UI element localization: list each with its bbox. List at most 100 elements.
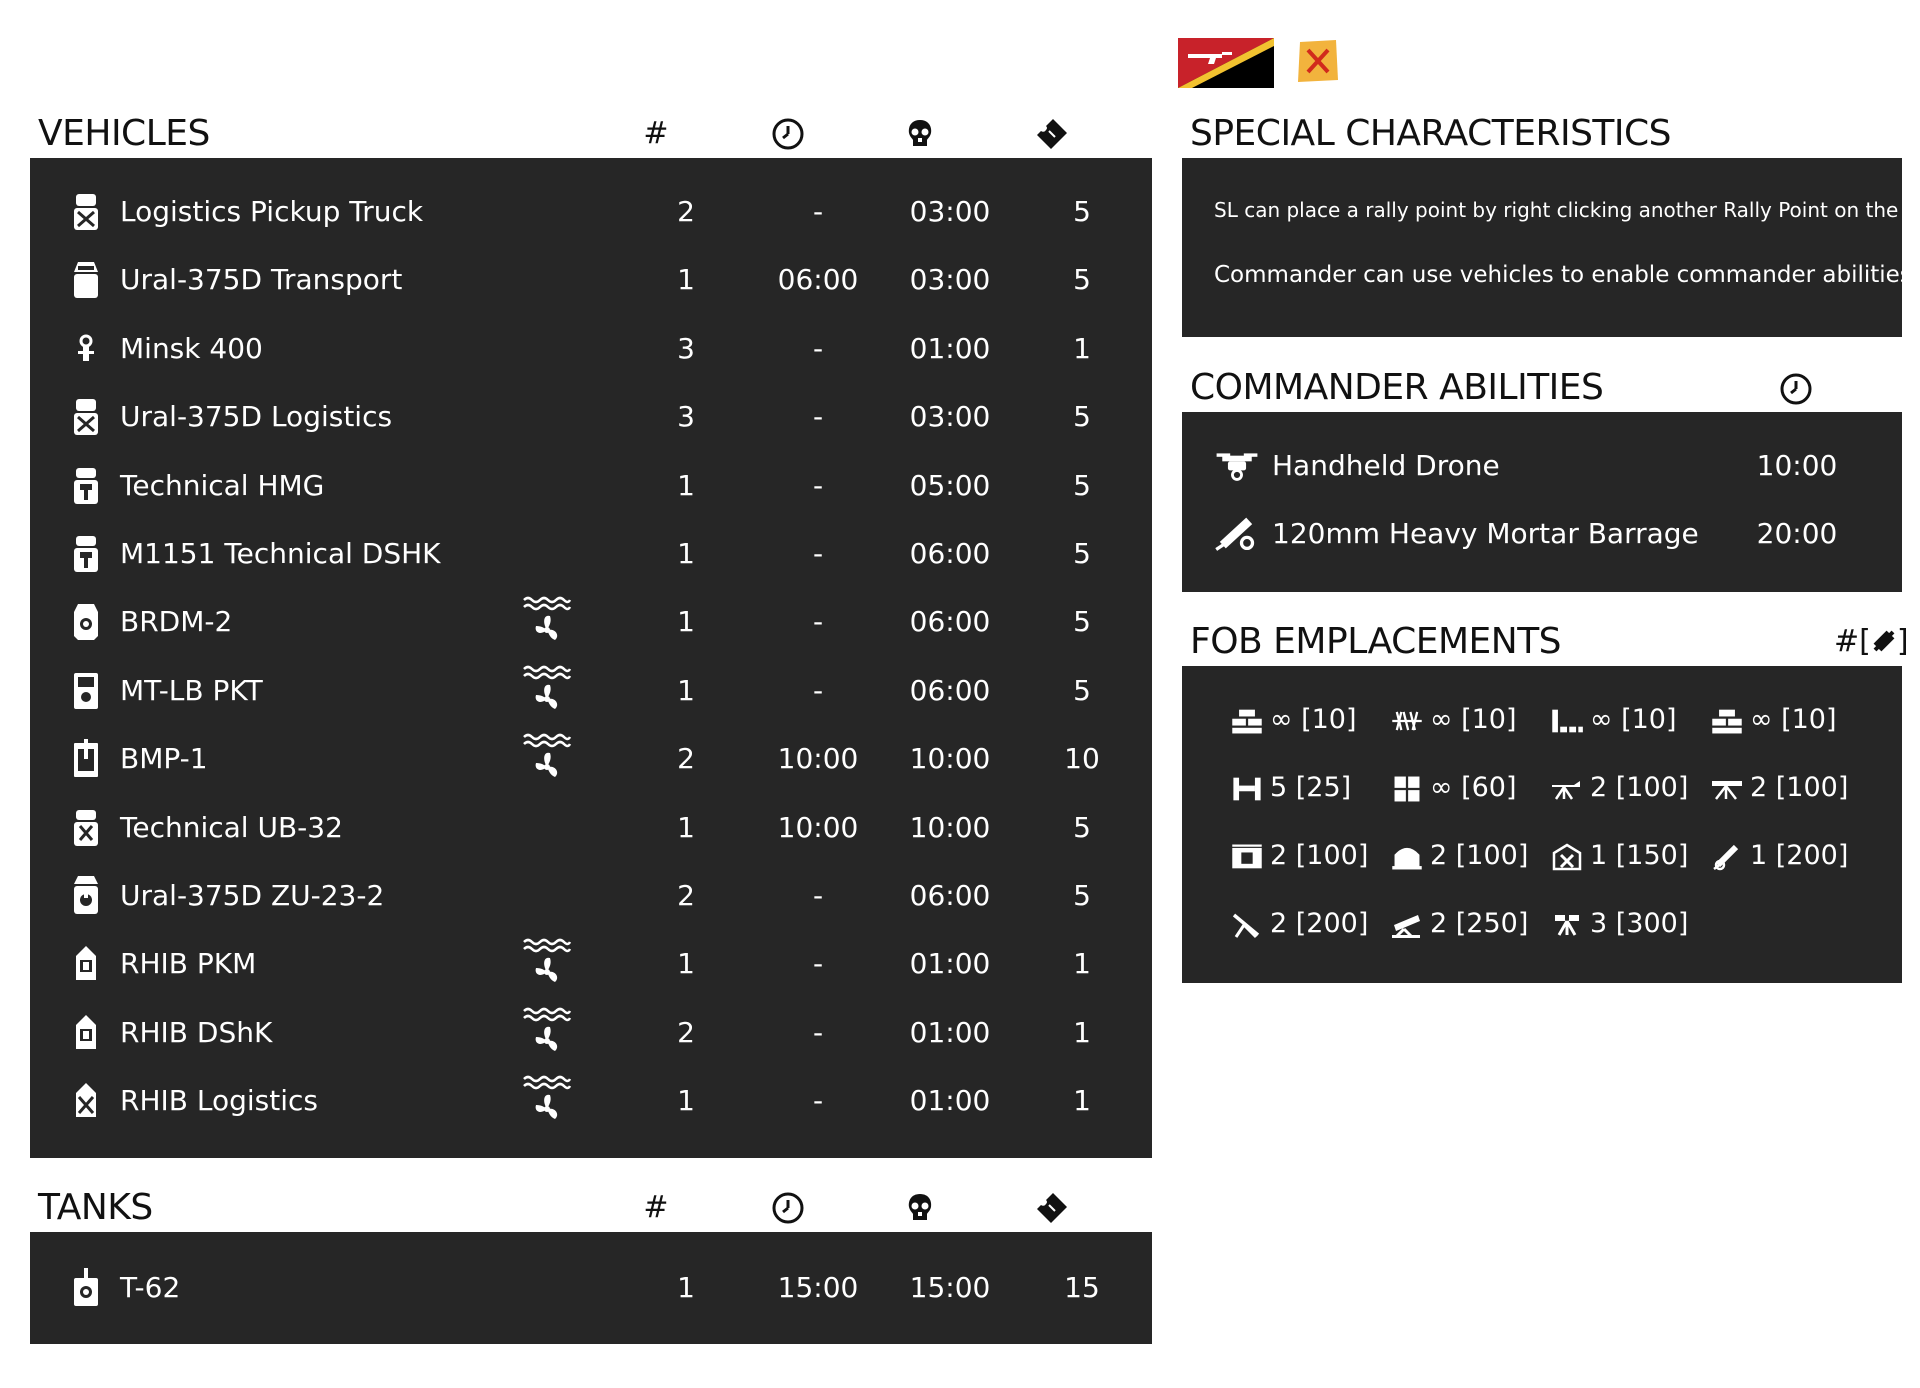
fob-item: ∞ [10] bbox=[1550, 686, 1677, 754]
fob-header-cost: #[] bbox=[1834, 620, 1909, 664]
vehicle-count: 3 bbox=[677, 400, 695, 434]
special-characteristics-title: SPECIAL CHARACTERISTICS bbox=[1190, 113, 1672, 154]
fob-item: ∞ [60] bbox=[1390, 754, 1517, 822]
vehicle-name: Technical UB-32 bbox=[120, 810, 343, 844]
ifv-icon bbox=[72, 739, 100, 779]
vehicle-respawn: 03:00 bbox=[909, 195, 991, 228]
amphibious-icon bbox=[522, 665, 572, 719]
vehicle-tickets: 5 bbox=[1073, 879, 1091, 912]
artillery-icon bbox=[1230, 911, 1264, 939]
vehicle-delay: 15:00 bbox=[777, 1271, 859, 1304]
ability-name: Handheld Drone bbox=[1272, 449, 1500, 482]
vehicle-count: 1 bbox=[677, 810, 695, 844]
fob-item: 2 [100] bbox=[1390, 822, 1528, 890]
vehicle-count: 1 bbox=[677, 468, 695, 502]
vehicles-panel: Logistics Pickup Truck 2 - 03:00 5 Ural-… bbox=[30, 158, 1152, 1158]
ammo-crate-icon bbox=[1230, 843, 1264, 871]
vehicle-respawn: 10:00 bbox=[909, 810, 991, 844]
vehicle-tickets: 5 bbox=[1073, 195, 1091, 228]
vehicle-tickets: 15 bbox=[1064, 1271, 1100, 1304]
vehicle-row: RHIB DShK 2 - 01:00 1 bbox=[30, 999, 1152, 1067]
vehicle-count: 2 bbox=[677, 879, 695, 912]
tank-icon bbox=[72, 1268, 100, 1308]
vehicle-row: Ural-375D ZU-23-2 2 - 06:00 5 bbox=[30, 862, 1152, 930]
vehicle-row: Ural-375D Logistics 3 - 03:00 5 bbox=[30, 383, 1152, 451]
vehicle-respawn: 06:00 bbox=[909, 605, 991, 639]
vehicle-row: M1151 Technical DSHK 1 - 06:00 5 bbox=[30, 520, 1152, 588]
fob-item: 5 [25] bbox=[1230, 754, 1351, 822]
fob-header-suffix: ] bbox=[1896, 624, 1909, 659]
vehicle-delay: - bbox=[812, 605, 824, 639]
vehicle-name: MT-LB PKT bbox=[120, 673, 263, 707]
fob-item-text: 2 [200] bbox=[1270, 908, 1369, 939]
vehicle-respawn: 01:00 bbox=[909, 947, 991, 981]
vehicle-tickets: 5 bbox=[1073, 468, 1091, 502]
fob-item: 2 [100] bbox=[1710, 754, 1848, 822]
commander-abilities-title: COMMANDER ABILITIES bbox=[1190, 367, 1604, 408]
vehicle-count: 2 bbox=[677, 742, 695, 776]
boat-icon bbox=[72, 1013, 100, 1053]
vehicle-count: 1 bbox=[677, 537, 695, 570]
vehicle-tickets: 5 bbox=[1073, 263, 1091, 297]
fob-emplacements-title: FOB EMPLACEMENTS bbox=[1190, 621, 1562, 662]
vehicle-name: RHIB Logistics bbox=[120, 1084, 318, 1118]
fob-emplacements-panel: ∞ [10] ∞ [10] ∞ [10] ∞ [10] 5 [25] ∞ [60… bbox=[1182, 666, 1902, 983]
vehicle-row: RHIB PKM 1 - 01:00 1 bbox=[30, 930, 1152, 998]
vehicle-row: T-62 1 15:00 15:00 15 bbox=[30, 1254, 1152, 1322]
vehicle-tickets: 5 bbox=[1073, 400, 1091, 434]
vehicle-respawn: 15:00 bbox=[909, 1271, 991, 1304]
armored-car-icon bbox=[72, 602, 100, 642]
l-wall-icon bbox=[1550, 707, 1584, 735]
vehicle-row: Technical UB-32 1 10:00 10:00 5 bbox=[30, 794, 1152, 862]
vehicle-delay: - bbox=[812, 331, 824, 365]
fob-item-text: 1 [150] bbox=[1590, 840, 1689, 871]
vehicle-name: Ural-375D Transport bbox=[120, 263, 403, 297]
fob-item-text: 5 [25] bbox=[1270, 772, 1352, 803]
vehicle-row: Minsk 400 3 - 01:00 1 bbox=[30, 315, 1152, 383]
ticket-icon bbox=[1032, 1186, 1072, 1238]
vehicle-delay: - bbox=[812, 400, 824, 434]
fob-item-text: 1 [200] bbox=[1750, 840, 1849, 871]
vehicle-respawn: 01:00 bbox=[909, 1015, 991, 1049]
vehicle-tickets: 1 bbox=[1073, 1084, 1091, 1118]
vehicle-count: 1 bbox=[677, 605, 695, 639]
vehicle-count: 3 bbox=[677, 331, 695, 365]
fob-item: 2 [100] bbox=[1550, 754, 1688, 822]
vehicle-tickets: 5 bbox=[1073, 537, 1091, 570]
vehicle-name: Logistics Pickup Truck bbox=[120, 195, 424, 228]
hmg-emplacement-icon bbox=[1550, 775, 1584, 803]
vehicle-count: 2 bbox=[677, 1015, 695, 1049]
count-column-header: # bbox=[643, 1190, 669, 1225]
anti-air-truck-icon bbox=[72, 876, 100, 916]
tanks-title: TANKS bbox=[38, 1187, 153, 1228]
vehicle-delay: - bbox=[812, 879, 824, 912]
vehicle-count: 1 bbox=[677, 947, 695, 981]
logistics-truck-icon bbox=[72, 192, 100, 232]
rocket-launcher-icon bbox=[1390, 911, 1424, 939]
fob-item: 3 [300] bbox=[1550, 890, 1688, 958]
amphibious-icon bbox=[522, 938, 572, 992]
vehicle-name: T-62 bbox=[120, 1271, 181, 1304]
amphibious-icon bbox=[522, 596, 572, 650]
supply-icon bbox=[1873, 630, 1895, 652]
vehicle-delay: - bbox=[812, 195, 824, 228]
faction-flag bbox=[1178, 38, 1274, 88]
vehicle-name: BRDM-2 bbox=[120, 605, 233, 639]
atgm-emplacement-icon bbox=[1710, 775, 1744, 803]
vehicle-count: 2 bbox=[677, 195, 695, 228]
clock-icon bbox=[768, 1186, 808, 1238]
tanks-panel: T-62 1 15:00 15:00 15 bbox=[30, 1232, 1152, 1344]
commander-abilities-panel: Handheld Drone 10:00 120mm Heavy Mortar … bbox=[1182, 412, 1902, 592]
vehicle-row: BRDM-2 1 - 06:00 5 bbox=[30, 588, 1152, 656]
logistics-boat-icon bbox=[72, 1081, 100, 1121]
special-line: SL can place a rally point by right clic… bbox=[1214, 198, 1920, 222]
fob-item-text: 2 [100] bbox=[1750, 772, 1849, 803]
vehicle-respawn: 06:00 bbox=[909, 537, 991, 570]
vehicle-count: 1 bbox=[677, 1084, 695, 1118]
transport-truck-icon bbox=[72, 260, 100, 300]
ability-name: 120mm Heavy Mortar Barrage bbox=[1272, 517, 1699, 550]
vehicle-row: Ural-375D Transport 1 06:00 03:00 5 bbox=[30, 246, 1152, 314]
repair-station-icon bbox=[1550, 843, 1584, 871]
skull-icon bbox=[900, 1186, 940, 1237]
drone-icon bbox=[1214, 450, 1260, 484]
